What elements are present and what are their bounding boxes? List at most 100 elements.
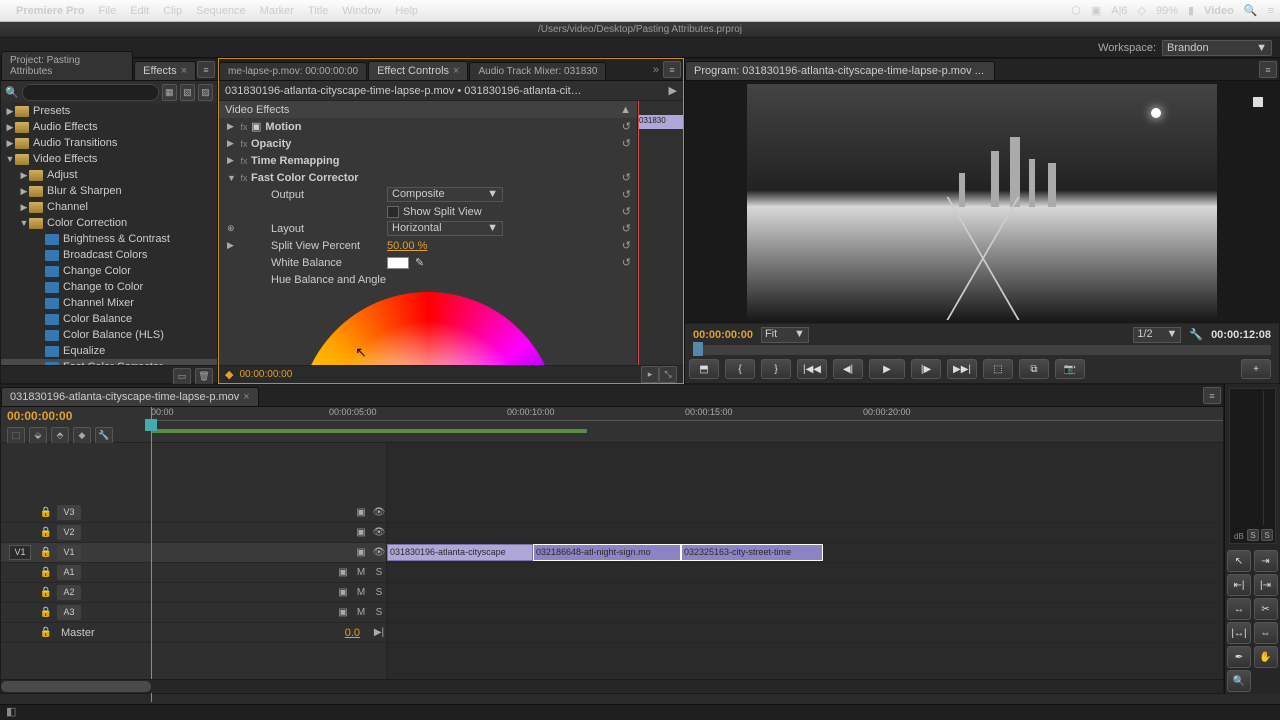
- extract-button[interactable]: ⧉: [1019, 359, 1049, 379]
- more-tabs-icon[interactable]: »: [653, 64, 659, 76]
- sync-lock-icon[interactable]: ▣: [336, 587, 350, 598]
- reset-icon[interactable]: ↺: [622, 171, 631, 184]
- tree-effect[interactable]: Change to Color: [1, 279, 217, 295]
- expand-icon[interactable]: ▶|: [372, 627, 386, 638]
- linked-selection-icon[interactable]: ⬘: [51, 427, 69, 444]
- menu-clip[interactable]: Clip: [163, 5, 182, 17]
- hue-color-wheel[interactable]: ↖: [219, 288, 637, 365]
- lift-button[interactable]: ⬚: [983, 359, 1013, 379]
- track-label[interactable]: V3: [57, 505, 81, 520]
- panel-menu-icon[interactable]: ≡: [1203, 387, 1221, 404]
- mute-button[interactable]: M: [354, 607, 368, 618]
- close-icon[interactable]: ×: [453, 65, 459, 77]
- tree-folder[interactable]: ▶Audio Effects: [1, 119, 217, 135]
- track-lane[interactable]: [387, 563, 1223, 583]
- close-icon[interactable]: ×: [993, 65, 995, 77]
- settings-icon[interactable]: 🔧: [1189, 328, 1203, 341]
- selection-tool[interactable]: ↖: [1227, 550, 1251, 572]
- track-header[interactable]: 🔒V2▣👁: [1, 523, 386, 543]
- solo-button[interactable]: S: [1247, 529, 1259, 541]
- split-percent-value[interactable]: 50.00 %: [387, 240, 427, 252]
- snap-icon[interactable]: ⬙: [29, 427, 47, 444]
- tree-effect[interactable]: Broadcast Colors: [1, 247, 217, 263]
- effect-motion[interactable]: ▶fx▣Motion↺: [219, 118, 637, 135]
- tree-folder[interactable]: ▶Adjust: [1, 167, 217, 183]
- spotlight-icon[interactable]: 🔍: [1244, 4, 1258, 17]
- solo-button[interactable]: S: [372, 607, 386, 618]
- sync-lock-icon[interactable]: ▣: [354, 527, 368, 538]
- track-lane[interactable]: 031830196-atlanta-cityscape032186648-atl…: [387, 543, 1223, 563]
- track-label[interactable]: A2: [57, 585, 81, 600]
- battery-pct[interactable]: 99%: [1156, 5, 1178, 17]
- reset-icon[interactable]: ↺: [622, 256, 631, 269]
- lock-icon[interactable]: 🔒: [39, 567, 53, 578]
- source-patch[interactable]: V1: [9, 545, 31, 560]
- solo-button[interactable]: S: [372, 567, 386, 578]
- program-scrubber[interactable]: [693, 345, 1271, 355]
- input-label[interactable]: Video: [1204, 5, 1234, 17]
- timeline-zoom-scroll[interactable]: [1, 679, 1223, 693]
- tab-sequence[interactable]: 031830196-atlanta-cityscape-time-lapse-p…: [1, 387, 259, 406]
- white-balance-swatch[interactable]: [387, 257, 409, 269]
- fit-dropdown[interactable]: Fit▼: [761, 327, 809, 343]
- menu-marker[interactable]: Marker: [260, 5, 294, 17]
- tab-effects[interactable]: Effects×: [134, 61, 196, 80]
- rolling-edit-tool[interactable]: |⇥: [1254, 574, 1278, 596]
- tab-project[interactable]: Project: Pasting Attributes: [1, 51, 133, 80]
- tree-effect[interactable]: Color Balance: [1, 311, 217, 327]
- effect-time-remapping[interactable]: ▶fxTime Remapping: [219, 152, 637, 169]
- tab-audio-mixer[interactable]: Audio Track Mixer: 031830: [469, 62, 606, 80]
- tree-folder[interactable]: ▼Video Effects: [1, 151, 217, 167]
- dropbox-icon[interactable]: ⬡: [1071, 4, 1081, 17]
- tree-effect[interactable]: Change Color: [1, 263, 217, 279]
- track-lane[interactable]: [387, 603, 1223, 623]
- output-dropdown[interactable]: Composite▼: [387, 187, 503, 202]
- panel-menu-icon[interactable]: ≡: [1259, 61, 1277, 78]
- eye-icon[interactable]: 👁: [372, 507, 386, 518]
- pen-tool[interactable]: ✒: [1227, 646, 1251, 668]
- mark-in-button[interactable]: ⬒: [689, 359, 719, 379]
- chevron-right-icon[interactable]: ▶: [669, 84, 677, 97]
- tree-effect[interactable]: Equalize: [1, 343, 217, 359]
- ec-zoom-in-icon[interactable]: ⤡: [659, 366, 677, 383]
- close-icon[interactable]: ×: [243, 391, 249, 403]
- menu-edit[interactable]: Edit: [130, 5, 149, 17]
- slide-tool[interactable]: ⇔: [1254, 622, 1278, 644]
- play-button[interactable]: ▶: [869, 359, 905, 379]
- lock-icon[interactable]: 🔒: [39, 527, 53, 538]
- go-to-in-button[interactable]: |◀◀: [797, 359, 827, 379]
- timeline-ruler[interactable]: 00:00 00:00:05:00 00:00:10:00 00:00:15:0…: [151, 407, 1223, 442]
- effect-controls-timecode[interactable]: 00:00:00:00: [239, 369, 292, 380]
- tab-program[interactable]: Program: 031830196-atlanta-cityscape-tim…: [685, 61, 995, 80]
- timeline-clip[interactable]: 032186648-atl-night-sign.mo: [533, 544, 681, 561]
- fx-preset-yuv-icon[interactable]: ▧: [180, 84, 195, 101]
- lock-icon[interactable]: 🔒: [39, 587, 53, 598]
- track-header[interactable]: 🔒V3▣👁: [1, 503, 386, 523]
- menu-window[interactable]: Window: [342, 5, 381, 17]
- reset-icon[interactable]: ↺: [622, 188, 631, 201]
- reset-icon[interactable]: ↺: [622, 222, 631, 235]
- nest-toggle-icon[interactable]: ⬚: [7, 427, 25, 444]
- menu-sequence[interactable]: Sequence: [196, 5, 246, 17]
- notification-icon[interactable]: ≡: [1268, 5, 1274, 17]
- track-select-tool[interactable]: ⇥: [1254, 550, 1278, 572]
- fx-preset-accel-icon[interactable]: ▨: [198, 84, 213, 101]
- track-label[interactable]: A1: [57, 565, 81, 580]
- effect-opacity[interactable]: ▶fxOpacity↺: [219, 135, 637, 152]
- mute-button[interactable]: M: [354, 567, 368, 578]
- slip-tool[interactable]: |↔|: [1227, 622, 1251, 644]
- solo-button[interactable]: S: [1261, 529, 1273, 541]
- resolution-dropdown[interactable]: 1/2▼: [1133, 327, 1181, 343]
- timeline-clip[interactable]: 031830196-atlanta-cityscape: [387, 544, 533, 561]
- go-to-out-button[interactable]: ▶▶|: [947, 359, 977, 379]
- add-button[interactable]: +: [1241, 359, 1271, 379]
- tree-folder[interactable]: ▶Audio Transitions: [1, 135, 217, 151]
- sync-lock-icon[interactable]: ▣: [336, 567, 350, 578]
- split-view-checkbox[interactable]: [387, 206, 399, 218]
- mark-clip-in-button[interactable]: {: [725, 359, 755, 379]
- marker-icon[interactable]: ◆: [73, 427, 91, 444]
- reset-icon[interactable]: ↺: [622, 239, 631, 252]
- track-lane[interactable]: [387, 503, 1223, 523]
- track-header[interactable]: 🔒 A1 ▣ MS: [1, 563, 386, 583]
- section-toggle-icon[interactable]: ▲: [620, 104, 631, 116]
